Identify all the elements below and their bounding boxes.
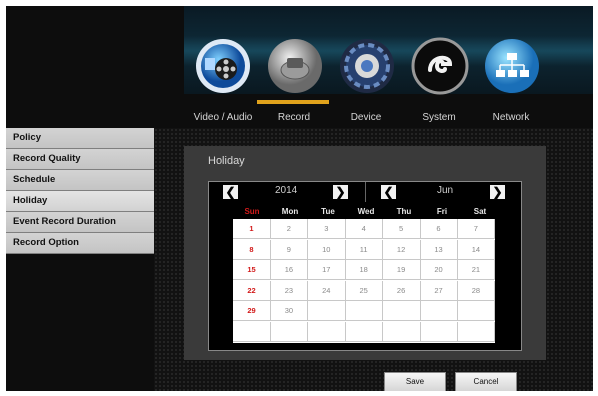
calendar-day[interactable]: 6 <box>420 219 458 239</box>
sidebar-menu: Policy Record Quality Schedule Holiday E… <box>6 128 154 254</box>
weekday-sun: Sun <box>244 207 260 216</box>
calendar-day[interactable]: 12 <box>382 239 421 260</box>
network-icon[interactable] <box>482 36 542 96</box>
cancel-button[interactable]: Cancel <box>455 372 517 391</box>
calendar-empty-cell <box>345 321 384 342</box>
calendar-day[interactable]: 28 <box>457 280 496 301</box>
calendar-empty-cell <box>420 321 458 342</box>
next-month-button[interactable]: ❯ <box>490 185 505 199</box>
calendar-day[interactable]: 18 <box>345 260 384 280</box>
calendar-empty-cell <box>233 321 271 342</box>
system-swirl-icon[interactable] <box>410 36 470 96</box>
calendar-day[interactable]: 21 <box>457 260 496 280</box>
calendar-day[interactable]: 14 <box>457 239 496 260</box>
calendar-day[interactable]: 30 <box>270 301 309 321</box>
active-tab-indicator <box>257 100 329 104</box>
panel-title: Holiday <box>208 155 245 167</box>
hard-disk-icon[interactable] <box>265 36 325 96</box>
weekday-thu: Thu <box>396 207 412 216</box>
nav-divider <box>365 182 366 202</box>
prev-year-button[interactable]: ❮ <box>223 185 238 199</box>
next-year-button[interactable]: ❯ <box>333 185 348 199</box>
calendar-empty-cell <box>345 301 384 321</box>
calendar-day[interactable]: 27 <box>420 280 458 301</box>
month-display: Jun <box>437 185 454 196</box>
holiday-calendar: ❮ 2014 ❯ ❮ Jun ❯ Sun Mon Tue Wed Thu Fri Sat 1… <box>208 181 522 351</box>
sidebar-item-record-option[interactable]: Record Option <box>6 233 154 254</box>
calendar-empty-cell <box>382 301 421 321</box>
calendar-day[interactable]: 16 <box>270 260 309 280</box>
calendar-day[interactable]: 4 <box>345 219 384 239</box>
sidebar-item-policy[interactable]: Policy <box>6 128 154 149</box>
calendar-day[interactable]: 9 <box>270 239 309 260</box>
dvr-screen: Video / Audio Record Device System Netwo… <box>6 6 593 391</box>
device-gear-icon[interactable] <box>337 36 397 96</box>
calendar-day[interactable]: 20 <box>420 260 458 280</box>
calendar-day[interactable]: 23 <box>270 280 309 301</box>
year-display: 2014 <box>275 185 298 196</box>
calendar-day[interactable]: 8 <box>233 239 271 260</box>
sidebar-item-record-quality[interactable]: Record Quality <box>6 149 154 170</box>
weekday-fri: Fri <box>436 207 448 216</box>
save-button[interactable]: Save <box>384 372 446 391</box>
calendar-empty-cell <box>457 321 496 342</box>
calendar-day[interactable]: 29 <box>233 301 271 321</box>
calendar-nav: ❮ 2014 ❯ ❮ Jun ❯ <box>209 182 521 202</box>
calendar-day[interactable]: 11 <box>345 239 384 260</box>
sidebar-item-holiday[interactable]: Holiday <box>6 191 154 212</box>
calendar-empty-cell <box>457 301 496 321</box>
weekday-sat: Sat <box>473 207 487 216</box>
calendar-empty-cell <box>307 321 346 342</box>
tab-network[interactable]: Network <box>466 112 556 123</box>
sidebar-item-event-record-duration[interactable]: Event Record Duration <box>6 212 154 233</box>
calendar-day[interactable]: 26 <box>382 280 421 301</box>
calendar-day[interactable]: 10 <box>307 239 346 260</box>
calendar-day[interactable]: 15 <box>233 260 271 280</box>
calendar-day[interactable]: 19 <box>382 260 421 280</box>
calendar-empty-cell <box>307 301 346 321</box>
weekday-mon: Mon <box>281 207 299 216</box>
calendar-day[interactable]: 22 <box>233 280 271 301</box>
calendar-day[interactable]: 25 <box>345 280 384 301</box>
calendar-empty-cell <box>270 321 309 342</box>
calendar-day[interactable]: 5 <box>382 219 421 239</box>
sidebar-item-schedule[interactable]: Schedule <box>6 170 154 191</box>
calendar-empty-cell <box>382 321 421 342</box>
prev-month-button[interactable]: ❮ <box>381 185 396 199</box>
calendar-day[interactable]: 13 <box>420 239 458 260</box>
calendar-day[interactable]: 1 <box>233 219 271 239</box>
calendar-day[interactable]: 24 <box>307 280 346 301</box>
film-reel-icon[interactable] <box>193 36 253 96</box>
calendar-day[interactable]: 7 <box>457 219 496 239</box>
calendar-day[interactable]: 17 <box>307 260 346 280</box>
holiday-panel: Holiday ❮ 2014 ❯ ❮ Jun ❯ Sun Mon Tue Wed Thu… <box>184 146 546 360</box>
calendar-day[interactable]: 3 <box>307 219 346 239</box>
calendar-grid: 1 2 3 4 5 6 7 8 9 10 11 12 13 14 15 16 17 18 19 20 21 22 23 24 2… <box>233 219 496 343</box>
weekday-wed: Wed <box>357 207 375 216</box>
calendar-day[interactable]: 2 <box>270 219 309 239</box>
weekday-tue: Tue <box>321 207 335 216</box>
calendar-empty-cell <box>420 301 458 321</box>
